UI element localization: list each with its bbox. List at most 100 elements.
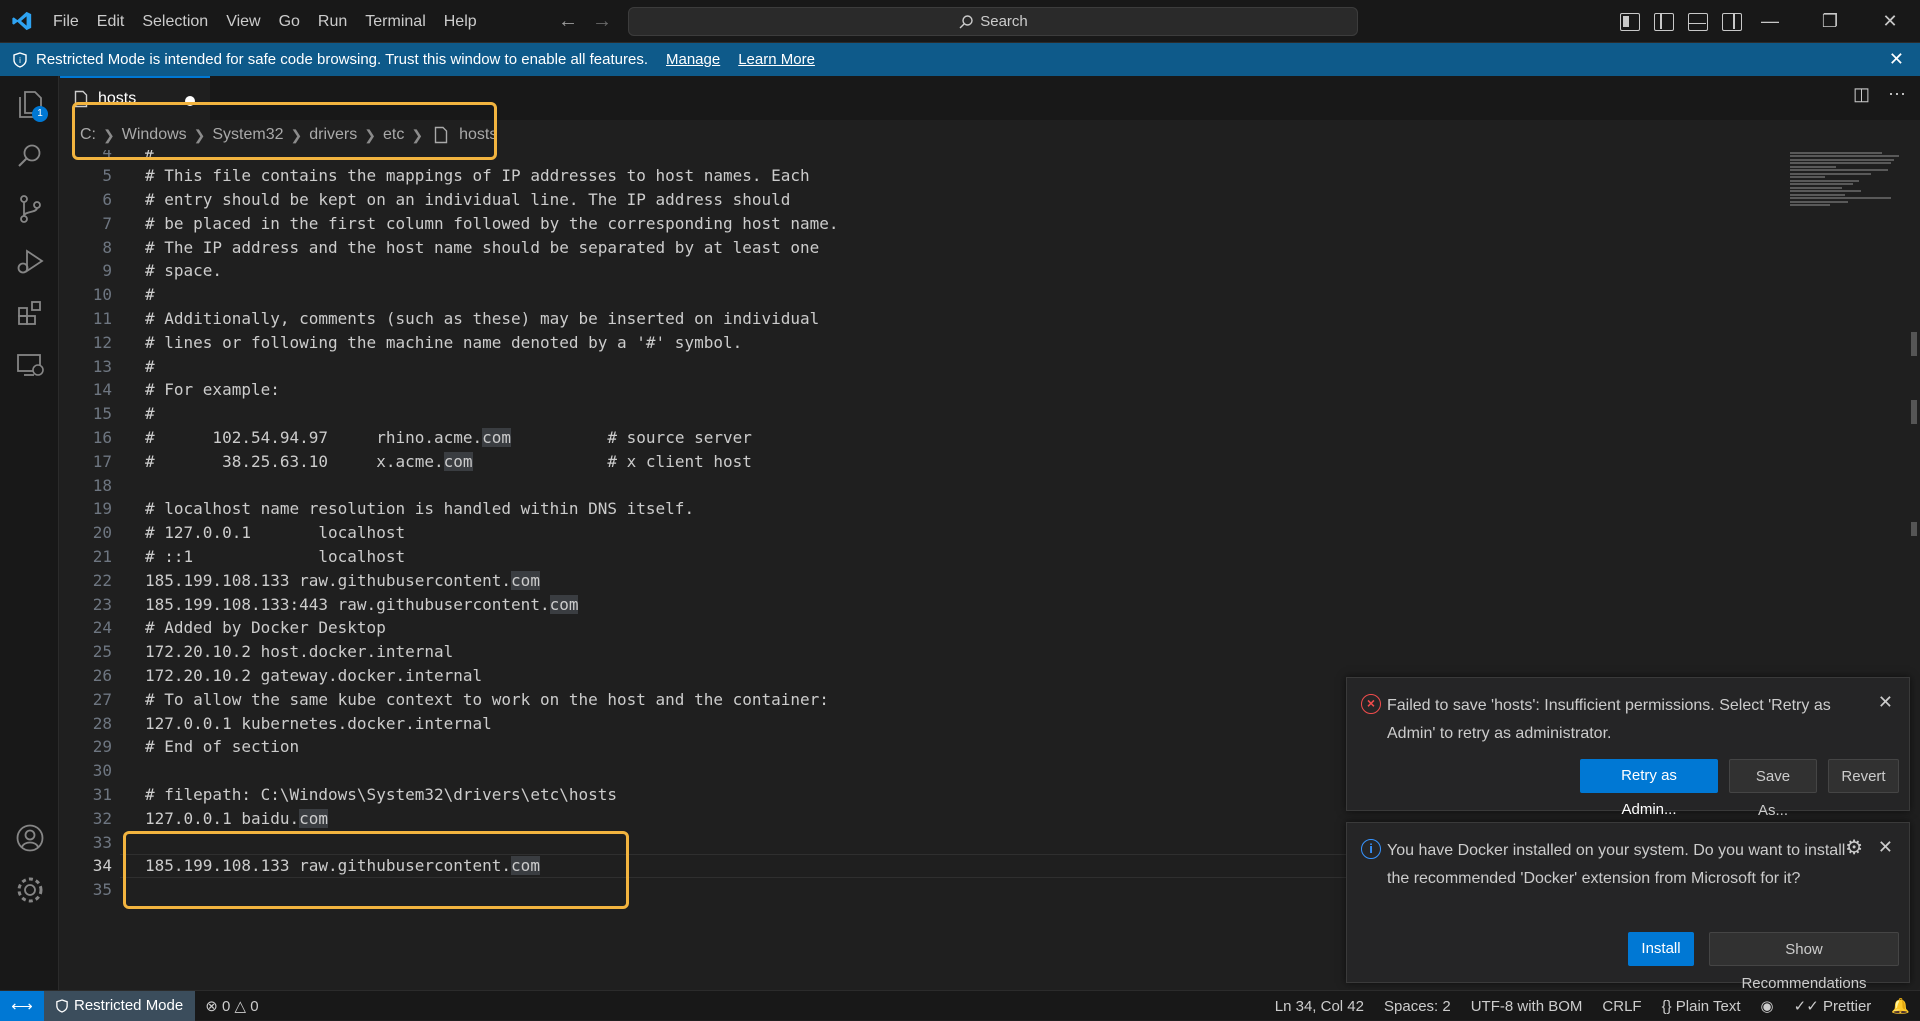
menu-go[interactable]: Go	[270, 0, 309, 43]
customize-layout-icon[interactable]	[1620, 12, 1640, 31]
code-line[interactable]: 12 # lines or following the machine name …	[60, 330, 1760, 354]
code-line[interactable]: 17 # 38.25.63.10 x.acme.com # x client ho…	[60, 449, 1760, 473]
end-of-line[interactable]: CRLF	[1592, 998, 1651, 1015]
restore-icon[interactable]: ❐	[1800, 0, 1860, 43]
problems-status[interactable]: ⊗ 0 △ 0	[195, 997, 268, 1015]
code-line[interactable]: 15 #	[60, 402, 1760, 426]
status-right: Ln 34, Col 42 Spaces: 2 UTF-8 with BOM C…	[1265, 991, 1920, 1021]
line-number: 20	[92, 523, 112, 543]
run-debug-icon[interactable]	[0, 233, 59, 289]
double-check-icon: ✓✓	[1793, 998, 1819, 1015]
code-line[interactable]: 11 # Additionally, comments (such as thes…	[60, 307, 1760, 331]
code-line[interactable]: 22 185.199.108.133 raw.githubusercontent.…	[60, 568, 1760, 592]
encoding[interactable]: UTF-8 with BOM	[1461, 998, 1593, 1015]
back-arrow-icon[interactable]: ←	[558, 10, 578, 33]
code-line[interactable]: 16 # 102.54.94.97 rhino.acme.com # source…	[60, 426, 1760, 450]
banner-learn-more-link[interactable]: Learn More	[738, 51, 815, 68]
breadcrumb-drivers[interactable]: drivers	[309, 126, 357, 144]
menu-run[interactable]: Run	[309, 0, 356, 43]
shield-icon: i	[13, 51, 27, 68]
line-text: # 102.54.94.97 rhino.acme.com # source s…	[145, 427, 752, 447]
minimap[interactable]	[1790, 150, 1905, 220]
prettier-status[interactable]: ✓✓ Prettier	[1784, 997, 1882, 1015]
line-text-main: # be placed in the first column followed…	[145, 213, 839, 233]
chevron-right-icon: ❯	[364, 126, 376, 143]
code-line[interactable]: 18	[60, 473, 1760, 497]
code-line[interactable]: 6 # entry should be kept on an individual…	[60, 188, 1760, 212]
line-number: 16	[92, 427, 112, 447]
line-number: 11	[92, 308, 112, 328]
command-center-search[interactable]: Search	[628, 7, 1358, 36]
minimize-icon[interactable]: —	[1740, 0, 1800, 43]
banner-close-icon[interactable]: ✕	[1889, 49, 1904, 70]
menu-selection[interactable]: Selection	[133, 0, 217, 43]
indentation[interactable]: Spaces: 2	[1374, 998, 1461, 1015]
line-text-main: 127.0.0.1 kubernetes.docker.internal	[145, 713, 492, 733]
code-line[interactable]: 7 # be placed in the first column followe…	[60, 211, 1760, 235]
language-mode[interactable]: {} Plain Text	[1652, 998, 1751, 1015]
code-line[interactable]: 25 172.20.10.2 host.docker.internal	[60, 640, 1760, 664]
explorer-icon[interactable]: 1	[0, 76, 59, 132]
code-line[interactable]: 14 # For example:	[60, 378, 1760, 402]
restricted-mode-status[interactable]: Restricted Mode	[44, 990, 196, 1021]
menu-edit[interactable]: Edit	[88, 0, 134, 43]
code-line[interactable]: 19 # localhost name resolution is handled…	[60, 497, 1760, 521]
chevron-right-icon: ❯	[411, 126, 424, 143]
manage-gear-icon[interactable]	[0, 862, 59, 918]
code-line[interactable]: 4 #	[60, 150, 1760, 164]
code-line[interactable]: 5 # This file contains the mappings of IP…	[60, 164, 1760, 188]
menu-view[interactable]: View	[217, 0, 269, 43]
show-recommendations-button[interactable]: Show Recommendations	[1709, 932, 1899, 992]
close-notification-icon[interactable]: ✕	[1878, 692, 1893, 713]
gear-icon[interactable]: ⚙	[1845, 835, 1863, 860]
code-line[interactable]: 9 # space.	[60, 259, 1760, 283]
extensions-icon[interactable]	[0, 285, 59, 341]
copilot-icon[interactable]: ◉	[1751, 997, 1784, 1015]
menu-terminal[interactable]: Terminal	[356, 0, 434, 43]
retry-as-admin-button[interactable]: Retry as Admin...	[1580, 759, 1718, 818]
breadcrumb-system32[interactable]: System32	[212, 126, 283, 144]
more-actions-icon[interactable]: ⋯	[1888, 84, 1906, 105]
line-text-main: # For example:	[145, 380, 280, 400]
breadcrumb-windows[interactable]: Windows	[122, 126, 187, 144]
install-button[interactable]: Install	[1628, 932, 1694, 966]
line-text: # ::1 localhost	[145, 547, 405, 566]
code-line[interactable]: 24 # Added by Docker Desktop	[60, 616, 1760, 640]
svg-text:i: i	[19, 56, 21, 65]
code-line[interactable]: 21 # ::1 localhost	[60, 545, 1760, 569]
cursor-position[interactable]: Ln 34, Col 42	[1265, 998, 1374, 1015]
menu-file[interactable]: File	[44, 0, 88, 43]
toggle-secondary-sidebar-icon[interactable]	[1722, 12, 1742, 31]
code-line[interactable]: 13 #	[60, 354, 1760, 378]
toggle-primary-sidebar-icon[interactable]	[1654, 12, 1674, 31]
accounts-icon[interactable]	[0, 810, 59, 866]
save-as-button[interactable]: Save As...	[1729, 759, 1817, 819]
code-line[interactable]: 8 # The IP address and the host name shou…	[60, 235, 1760, 259]
tab-hosts[interactable]: hosts	[60, 76, 210, 120]
code-line[interactable]: 10 #	[60, 283, 1760, 307]
source-control-icon[interactable]	[0, 181, 59, 237]
search-view-icon[interactable]	[0, 128, 59, 184]
code-line[interactable]: 20 # 127.0.0.1 localhost	[60, 521, 1760, 545]
remote-indicator-icon[interactable]: ⟷	[0, 990, 44, 1021]
breadcrumb-drive[interactable]: C:	[80, 126, 96, 144]
line-text-main: # This file contains the mappings of IP …	[145, 166, 810, 186]
revert-button[interactable]: Revert	[1828, 759, 1899, 793]
close-notification-icon[interactable]: ✕	[1878, 837, 1893, 858]
prettier-label: Prettier	[1822, 998, 1872, 1015]
breadcrumb-hosts[interactable]: hosts	[459, 126, 497, 144]
toggle-panel-icon[interactable]	[1688, 12, 1708, 31]
menu-bar: File Edit Selection View Go Run Terminal…	[44, 0, 486, 43]
banner-manage-link[interactable]: Manage	[666, 51, 720, 68]
remote-explorer-icon[interactable]	[0, 337, 59, 393]
forward-arrow-icon[interactable]: →	[592, 10, 612, 33]
unsaved-dot-icon[interactable]	[185, 96, 195, 106]
notifications-bell-icon[interactable]: 🔔	[1881, 997, 1920, 1015]
code-line[interactable]: 23 185.199.108.133:443 raw.githubusercont…	[60, 592, 1760, 616]
close-window-icon[interactable]: ✕	[1860, 0, 1920, 43]
line-text-main: # The IP address and the host name shoul…	[145, 237, 820, 257]
line-text: # End of section	[145, 737, 299, 756]
split-editor-icon[interactable]: ◫	[1853, 84, 1870, 105]
menu-help[interactable]: Help	[435, 0, 486, 43]
breadcrumb-etc[interactable]: etc	[383, 126, 404, 144]
